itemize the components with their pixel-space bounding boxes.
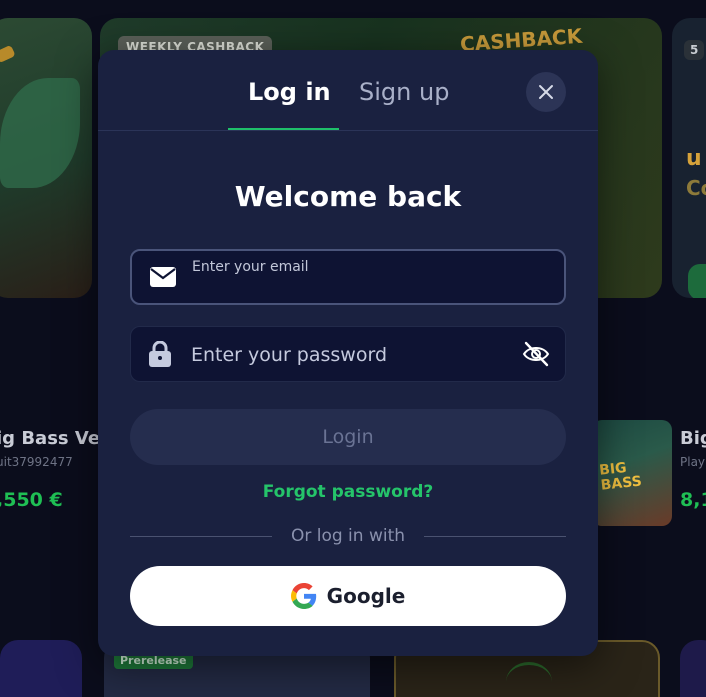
game-tile-bottom-4[interactable] [680, 640, 706, 697]
game-tile-bottom-1[interactable] [0, 640, 82, 697]
promo-tile-right[interactable]: 5 u Co [672, 18, 706, 298]
close-icon [539, 85, 553, 99]
player-name: uit37992477 [0, 455, 73, 469]
promo-text-2: Co [686, 176, 706, 200]
game-title: Big [680, 428, 706, 449]
email-input[interactable] [192, 279, 552, 297]
envelope-icon [150, 267, 176, 287]
win-amount: 8,1 [680, 489, 706, 511]
win-amount: ,550 € [0, 489, 63, 511]
google-icon [290, 583, 316, 609]
login-modal: Log in Sign up Welcome back Enter your e… [98, 50, 598, 656]
email-field[interactable]: Enter your email [130, 249, 566, 305]
forgot-password-link[interactable]: Forgot password? [98, 482, 598, 502]
password-input[interactable] [191, 343, 501, 367]
password-field[interactable] [130, 326, 566, 382]
email-field-label: Enter your email [192, 259, 309, 275]
winner-card-left[interactable]: ig Bass Veg uit37992477 ,550 € [0, 428, 113, 511]
tab-sign-up[interactable]: Sign up [359, 78, 449, 106]
cherry-art [506, 662, 552, 697]
google-button-label: Google [326, 584, 406, 608]
google-login-button[interactable]: Google [130, 566, 566, 626]
promo-text-1: u [686, 146, 702, 171]
promo-button[interactable] [688, 264, 706, 298]
coin-art [0, 44, 16, 64]
login-button[interactable]: Login [130, 409, 566, 465]
game-tile-dragon[interactable] [0, 18, 92, 298]
toggle-password-visibility[interactable] [521, 339, 551, 369]
game-title: ig Bass Veg [0, 428, 113, 449]
promo-number-badge: 5 [684, 40, 705, 60]
page-title: Welcome back [234, 180, 462, 213]
game-logo: BIG BASS [598, 459, 643, 495]
player-name: Play [680, 455, 706, 469]
active-tab-indicator [228, 128, 339, 130]
lock-icon [149, 341, 171, 367]
auth-tabs: Log in Sign up [98, 50, 598, 131]
or-divider: Or log in with [130, 526, 566, 546]
tab-log-in[interactable]: Log in [248, 78, 331, 106]
dragon-wing-art [0, 78, 80, 188]
divider-line-right [424, 536, 566, 537]
winner-card-right[interactable]: Big Play 8,1 [680, 428, 706, 511]
eye-off-icon [522, 341, 550, 367]
close-button[interactable] [526, 72, 566, 112]
game-thumb-big-bass[interactable]: BIG BASS [592, 420, 672, 526]
